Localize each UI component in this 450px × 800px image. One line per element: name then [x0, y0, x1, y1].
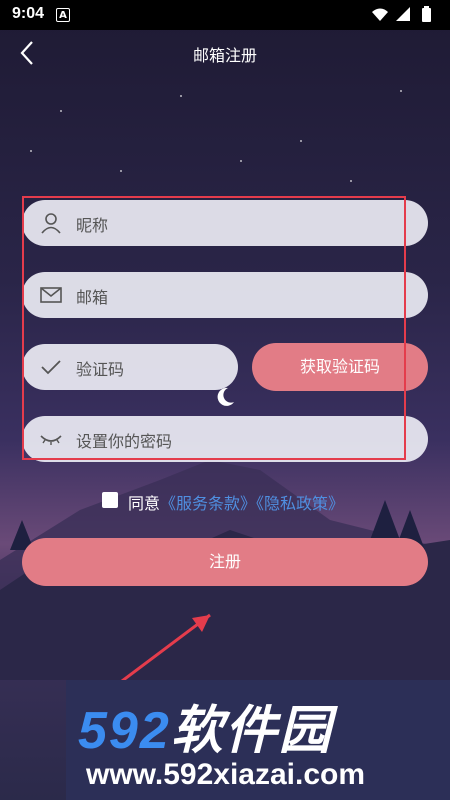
agree-label: 同意 — [128, 494, 161, 513]
terms-link[interactable]: 《服务条款》 — [160, 494, 256, 513]
wifi-icon — [372, 8, 388, 21]
watermark-url: www.592xiazai.com — [86, 758, 366, 791]
watermark-logo: 592软件园 www.592xiazai.com — [66, 680, 450, 800]
privacy-link[interactable]: 《隐私政策》 — [256, 494, 344, 513]
register-button[interactable]: 注册 — [22, 538, 428, 586]
highlight-box — [22, 196, 406, 460]
agree-checkbox[interactable] — [102, 492, 118, 508]
notification-icon: A — [56, 8, 70, 22]
signal-icon — [396, 7, 410, 21]
page-title: 邮箱注册 — [192, 46, 257, 65]
watermark-number: 592 — [78, 702, 171, 760]
battery-icon — [422, 8, 431, 22]
system-icons — [372, 6, 431, 22]
status-time: 9:04 — [12, 5, 45, 22]
status-bar: 9:04 A — [0, 0, 450, 30]
app-header: 邮箱注册 — [0, 30, 450, 76]
watermark-name: 软件园 — [170, 702, 333, 760]
